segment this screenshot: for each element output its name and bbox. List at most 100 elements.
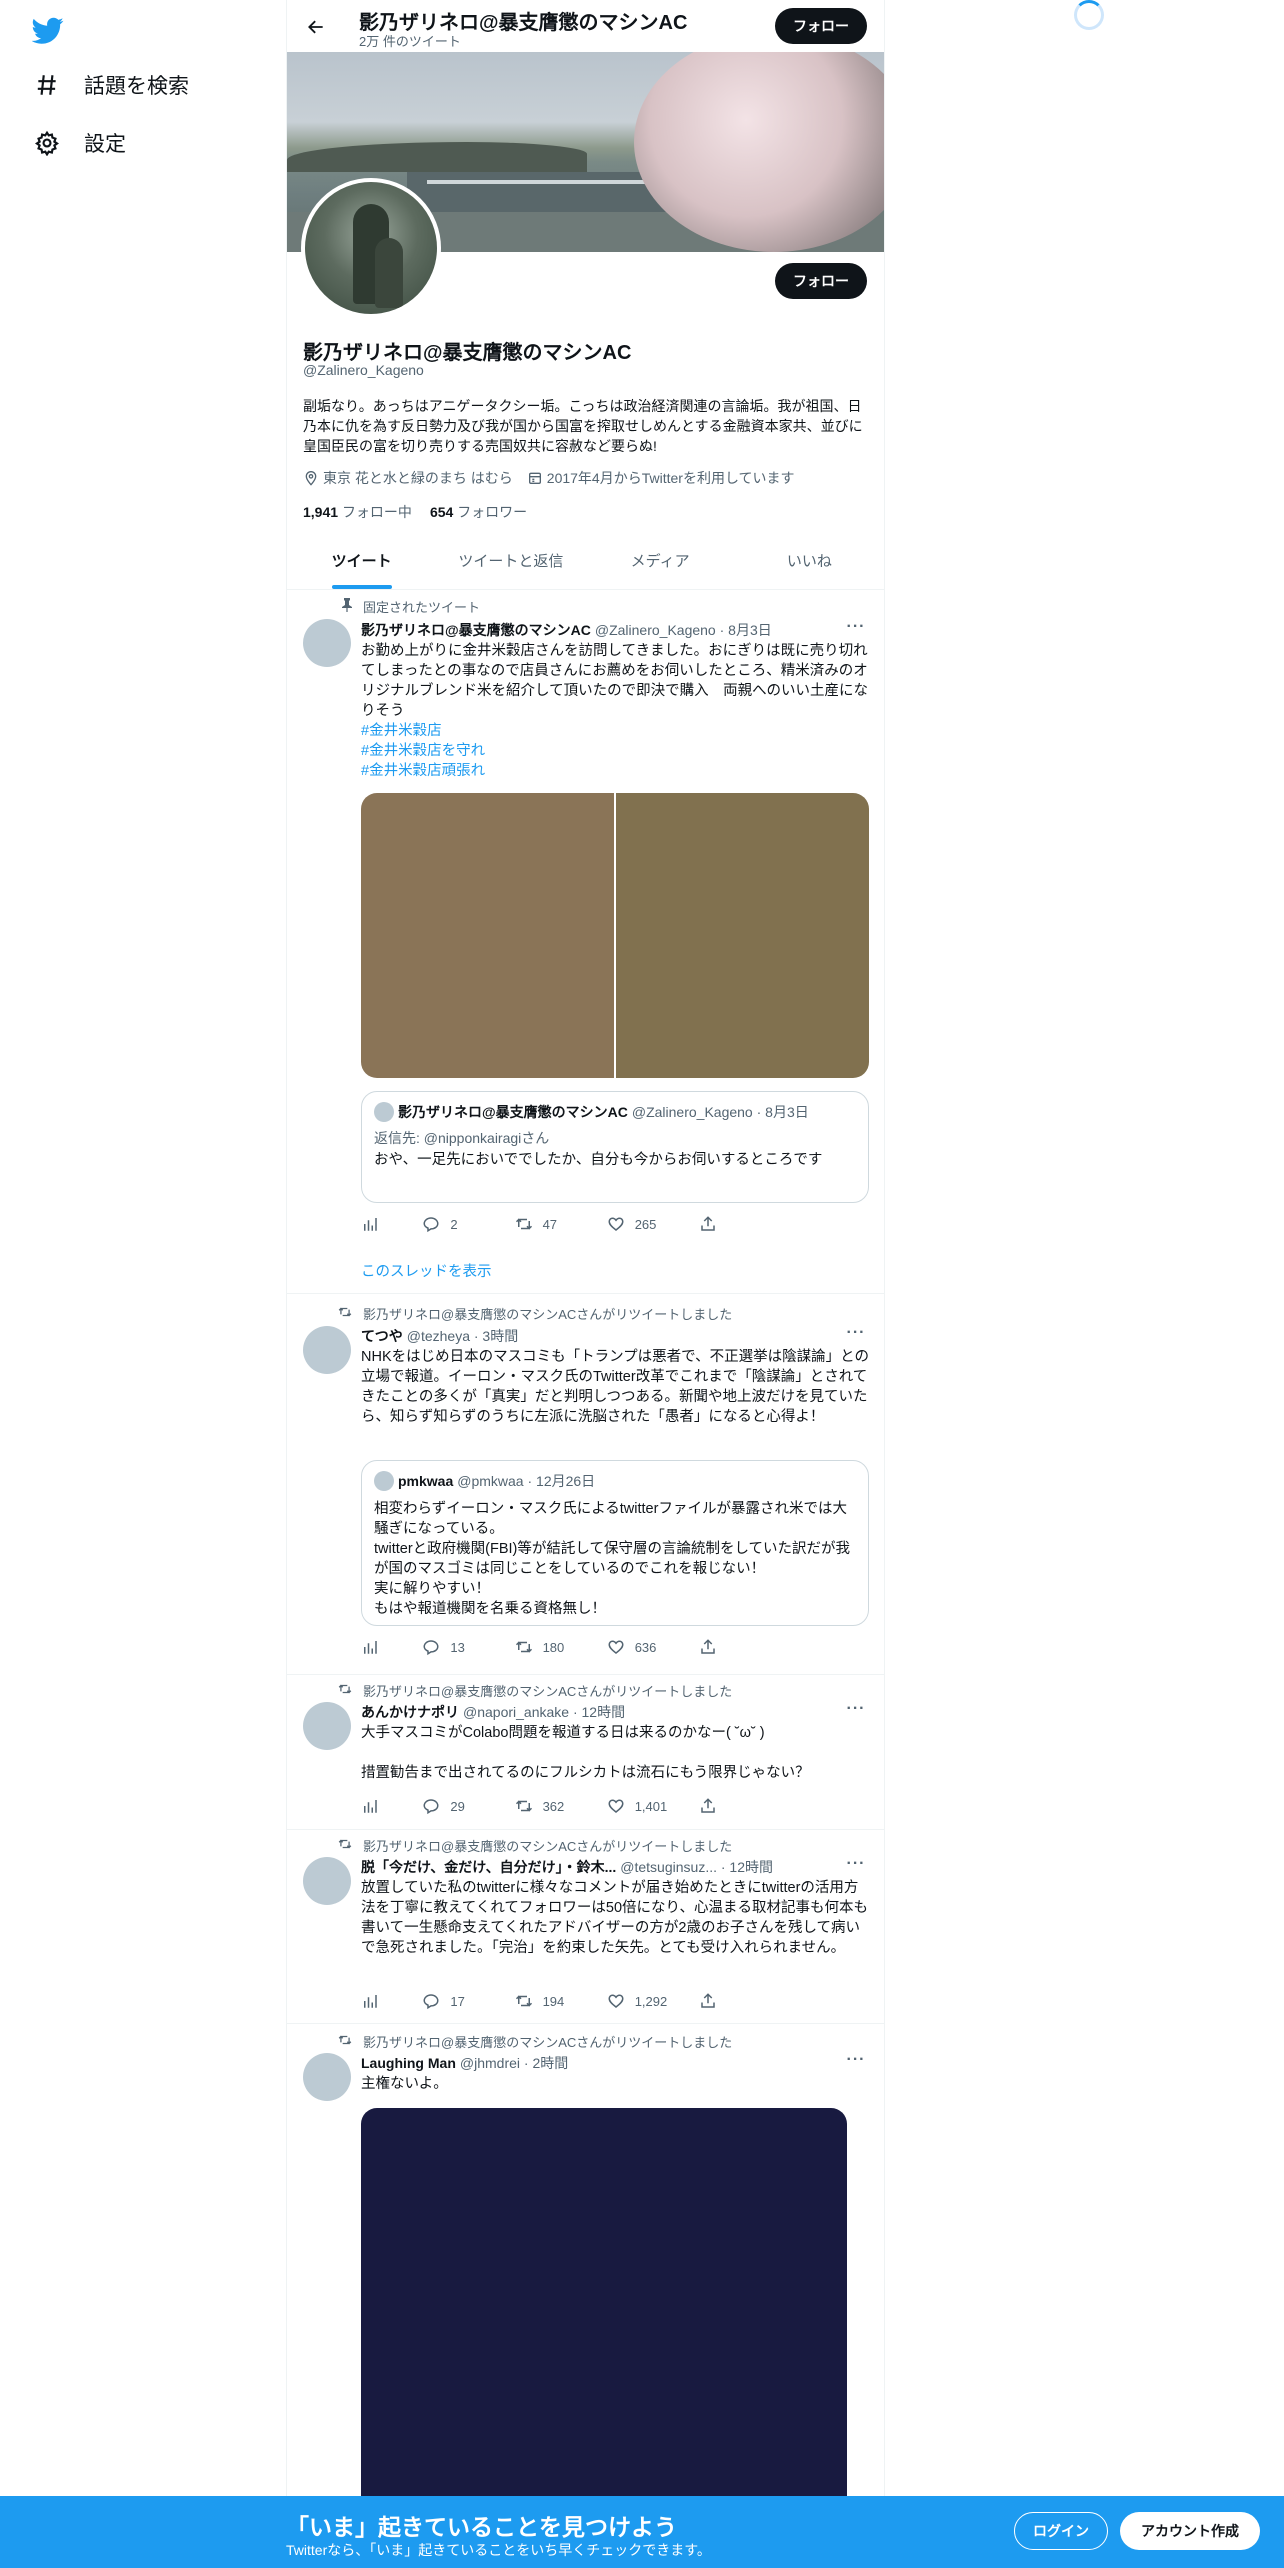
like-count: 265 (634, 1216, 657, 1232)
analytics-button[interactable] (361, 1638, 422, 1656)
quoted-tweet-header: pmkwaa @pmkwaa · 12月26日 (374, 1471, 595, 1491)
tab-media[interactable]: メディア (586, 534, 735, 589)
retweet-indicator: 影乃ザリネロ@暴支膺懲のマシンACさんがリツイートしました (335, 2032, 732, 2051)
back-button[interactable] (301, 12, 331, 42)
retweet-count: 362 (542, 1798, 565, 1814)
quoted-author-handle: @Zalinero_Kageno · 8月3日 (631, 1104, 809, 1120)
reply-button[interactable]: 2 (422, 1215, 514, 1233)
avatar[interactable] (303, 1702, 351, 1750)
retweet-button[interactable]: 47 (515, 1215, 607, 1233)
twitter-logo-icon[interactable] (32, 14, 64, 46)
retweet-icon (335, 1305, 353, 1322)
reply-button[interactable]: 17 (422, 1992, 514, 2010)
retweet-button[interactable]: 362 (515, 1797, 607, 1815)
tweet-author-handle[interactable]: @napori_ankake · 12時間 (463, 1702, 625, 1722)
profile-bio: 副垢なり。あっちはアニゲータクシー垢。こっちは政治経済関連の言論垢。我が祖国、日… (303, 398, 863, 454)
more-options-icon[interactable]: ··· (844, 618, 868, 636)
hashtag-link[interactable]: #金井米穀店頑張れ (361, 761, 869, 781)
nav-settings[interactable]: 設定 (34, 128, 126, 158)
show-thread-link[interactable]: このスレッドを表示 (361, 1260, 492, 1281)
signup-prompt-subtitle: Twitterなら、「いま」起きていることをいち早くチェックできます。 (286, 2542, 711, 2558)
tweet-author-handle[interactable]: @tetsuginsuz... · 12時間 (620, 1857, 773, 1877)
like-count: 1,401 (634, 1798, 668, 1814)
quoted-tweet-text: 相変わらずイーロン・マスク氏によるtwitterファイルが暴露され米では大騒ぎに… (374, 1501, 851, 1617)
tweet-author-handle[interactable]: @Zalinero_Kageno · 8月3日 (595, 620, 772, 640)
retweet-icon (335, 1682, 353, 1699)
like-button[interactable]: 265 (607, 1215, 699, 1233)
retweet-button[interactable]: 194 (515, 1992, 607, 2010)
tweet-media-image[interactable] (361, 793, 614, 1078)
tweet-author-name[interactable]: 脱「今だけ、金だけ、自分だけ」・鈴木... (361, 1857, 616, 1877)
more-options-icon[interactable]: ··· (844, 1855, 868, 1873)
analytics-button[interactable] (361, 1992, 422, 2010)
tweet-media-image[interactable] (616, 793, 869, 1078)
nav-explore[interactable]: 話題を検索 (34, 70, 189, 100)
reply-icon (423, 1217, 439, 1233)
tweet-retweeted[interactable]: 影乃ザリネロ@暴支膺懲のマシンACさんがリツイートしました 脱「今だけ、金だけ、… (287, 1830, 884, 2024)
tweet-author-name[interactable]: てつや (361, 1326, 403, 1346)
profile-tabs: ツイート ツイートと返信 メディア いいね (287, 534, 884, 590)
tweet-header: Laughing Man @jhmdrei · 2時間 (361, 2053, 568, 2073)
quoted-tweet[interactable]: 影乃ザリネロ@暴支膺懲のマシンAC @Zalinero_Kageno · 8月3… (361, 1091, 869, 1203)
like-count: 1,292 (634, 1993, 668, 2009)
analytics-button[interactable] (361, 1215, 422, 1233)
tweet-retweeted[interactable]: 影乃ザリネロ@暴支膺懲のマシンACさんがリツイートしました あんかけナポリ @n… (287, 1675, 884, 1830)
header-follow-button[interactable]: フォロー (775, 8, 867, 44)
profile-follow-button[interactable]: フォロー (775, 263, 867, 299)
login-button[interactable]: ログイン (1014, 2512, 1108, 2550)
signup-button[interactable]: アカウント作成 (1120, 2512, 1260, 2550)
tweet-author-handle[interactable]: @jhmdrei · 2時間 (460, 2053, 568, 2073)
pin-icon (335, 598, 353, 615)
like-button[interactable]: 636 (607, 1638, 699, 1656)
profile-avatar[interactable] (301, 178, 441, 318)
more-options-icon[interactable]: ··· (844, 1324, 868, 1342)
followers-count: 654 (429, 504, 454, 520)
share-button[interactable] (699, 1638, 791, 1656)
reply-button[interactable]: 29 (422, 1797, 514, 1815)
tweet-author-name[interactable]: 影乃ザリネロ@暴支膺懲のマシンAC (361, 620, 591, 640)
avatar[interactable] (303, 619, 351, 667)
avatar[interactable] (303, 1326, 351, 1374)
profile-name: 影乃ザリネロ@暴支膺懲のマシンAC (303, 342, 632, 364)
followers-label: フォロワー (457, 504, 528, 520)
analytics-icon (364, 1800, 377, 1813)
more-options-icon[interactable]: ··· (844, 1700, 868, 1718)
reply-count: 29 (450, 1798, 465, 1814)
retweet-indicator-label: 影乃ザリネロ@暴支膺懲のマシンACさんがリツイートしました (363, 1307, 733, 1322)
retweet-count: 194 (542, 1993, 565, 2009)
hashtag-link[interactable]: #金井米穀店 (361, 721, 869, 741)
profile-location: 東京 花と水と緑のまち はむら (303, 468, 513, 488)
tab-likes[interactable]: いいね (735, 534, 884, 589)
share-icon (701, 1798, 715, 1813)
reply-button[interactable]: 13 (422, 1638, 514, 1656)
like-button[interactable]: 1,292 (607, 1992, 699, 2010)
following-link[interactable]: 1,941 フォロー中 (303, 502, 412, 522)
profile-joined-text: 2017年4月からTwitterを利用しています (546, 470, 795, 486)
share-button[interactable] (699, 1797, 791, 1815)
arrow-left-icon (308, 20, 323, 34)
tweet-author-name[interactable]: あんかけナポリ (361, 1702, 459, 1722)
tweet-author-name[interactable]: Laughing Man (361, 2055, 456, 2071)
retweet-icon (335, 2033, 353, 2050)
tweet-pinned[interactable]: 固定されたツイート 影乃ザリネロ@暴支膺懲のマシンAC @Zalinero_Ka… (287, 591, 884, 1294)
like-button[interactable]: 1,401 (607, 1797, 699, 1815)
analytics-button[interactable] (361, 1797, 422, 1815)
tab-tweets[interactable]: ツイート (287, 534, 436, 589)
share-button[interactable] (699, 1992, 791, 2010)
retweet-icon (335, 1837, 353, 1854)
hashtag-link[interactable]: #金井米穀店を守れ (361, 741, 869, 761)
retweet-button[interactable]: 180 (515, 1638, 607, 1656)
followers-link[interactable]: 654 フォロワー (430, 502, 527, 522)
more-options-icon[interactable]: ··· (844, 2051, 868, 2069)
avatar[interactable] (303, 1857, 351, 1905)
tweet-retweeted[interactable]: 影乃ザリネロ@暴支膺懲のマシンACさんがリツイートしました てつや @tezhe… (287, 1294, 884, 1675)
avatar[interactable] (303, 2053, 351, 2101)
quoted-tweet[interactable]: pmkwaa @pmkwaa · 12月26日 相変わらずイーロン・マスク氏によ… (361, 1460, 869, 1626)
share-button[interactable] (699, 1215, 791, 1233)
tweet-actions: 29 362 1,401 (361, 1797, 791, 1815)
heart-icon (608, 1994, 624, 2008)
tweet-retweeted[interactable]: 影乃ザリネロ@暴支膺懲のマシンACさんがリツイートしました Laughing M… (287, 2024, 884, 2568)
tab-tweets-and-replies[interactable]: ツイートと返信 (436, 534, 585, 589)
tweet-author-handle[interactable]: @tezheya · 3時間 (407, 1326, 518, 1346)
retweet-count: 180 (542, 1639, 565, 1655)
